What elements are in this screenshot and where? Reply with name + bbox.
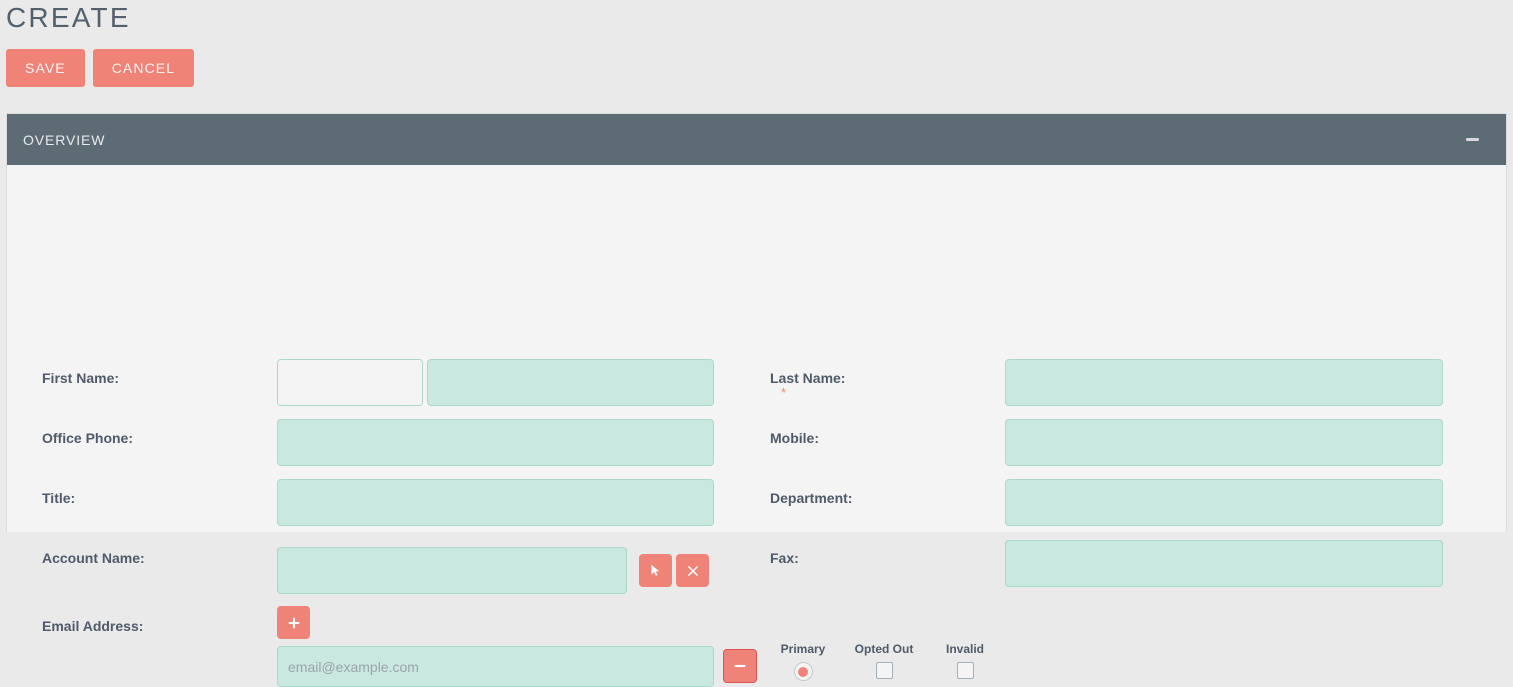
account-name-input[interactable] bbox=[277, 547, 627, 594]
email-flag-primary-label: Primary bbox=[768, 642, 838, 656]
overview-panel: OVERVIEW First Name: Last Name: * Office… bbox=[6, 113, 1507, 532]
department-label: Department: bbox=[770, 490, 852, 506]
plus-icon[interactable] bbox=[277, 606, 310, 639]
last-name-required-marker: * bbox=[781, 386, 786, 399]
salutation-combobox[interactable] bbox=[277, 359, 423, 406]
office-phone-input[interactable] bbox=[277, 419, 714, 466]
department-input[interactable] bbox=[1005, 479, 1443, 526]
overview-panel-header[interactable]: OVERVIEW bbox=[7, 114, 1506, 165]
fax-label: Fax: bbox=[770, 550, 799, 566]
mobile-input[interactable] bbox=[1005, 419, 1443, 466]
email-input[interactable] bbox=[277, 646, 714, 687]
primary-radio[interactable] bbox=[794, 662, 813, 681]
first-name-input[interactable] bbox=[427, 359, 714, 406]
minus-icon-glyph bbox=[734, 660, 746, 672]
minus-icon-bar bbox=[1466, 138, 1479, 141]
cancel-button[interactable]: CANCEL bbox=[93, 49, 194, 87]
opted-out-checkbox[interactable] bbox=[876, 662, 893, 679]
email-flag-primary[interactable]: Primary bbox=[768, 642, 838, 682]
cursor-arrow-icon[interactable] bbox=[639, 554, 672, 587]
email-flag-opted-out-label: Opted Out bbox=[849, 642, 919, 656]
x-icon-glyph bbox=[687, 565, 699, 577]
mobile-label: Mobile: bbox=[770, 430, 819, 446]
top-action-area: CREATE SAVE CANCEL bbox=[0, 0, 1513, 113]
last-name-label: Last Name: bbox=[770, 370, 845, 386]
salutation-input[interactable] bbox=[278, 360, 423, 405]
save-button[interactable]: SAVE bbox=[6, 49, 85, 87]
overview-panel-title: OVERVIEW bbox=[23, 132, 105, 148]
overview-panel-body: First Name: Last Name: * Office Phone: M… bbox=[7, 165, 1506, 533]
email-address-label: Email Address: bbox=[42, 618, 143, 634]
minus-icon[interactable] bbox=[1464, 132, 1480, 148]
last-name-input[interactable] bbox=[1005, 359, 1443, 406]
email-flag-opted-out[interactable]: Opted Out bbox=[849, 642, 919, 684]
email-flag-invalid[interactable]: Invalid bbox=[930, 642, 1000, 684]
page-title: CREATE bbox=[6, 0, 131, 36]
x-icon[interactable] bbox=[676, 554, 709, 587]
primary-radio-dot bbox=[798, 667, 808, 677]
invalid-checkbox[interactable] bbox=[957, 662, 974, 679]
title-label: Title: bbox=[42, 490, 75, 506]
cursor-arrow-icon-glyph bbox=[649, 564, 662, 577]
action-bar: SAVE CANCEL bbox=[6, 49, 194, 87]
account-name-label: Account Name: bbox=[42, 550, 145, 566]
first-name-label: First Name: bbox=[42, 370, 119, 386]
email-flag-invalid-label: Invalid bbox=[930, 642, 1000, 656]
minus-icon-remove-email[interactable] bbox=[723, 649, 757, 683]
fax-input[interactable] bbox=[1005, 540, 1443, 587]
title-input[interactable] bbox=[277, 479, 714, 526]
plus-icon-glyph bbox=[288, 617, 300, 629]
office-phone-label: Office Phone: bbox=[42, 430, 133, 446]
